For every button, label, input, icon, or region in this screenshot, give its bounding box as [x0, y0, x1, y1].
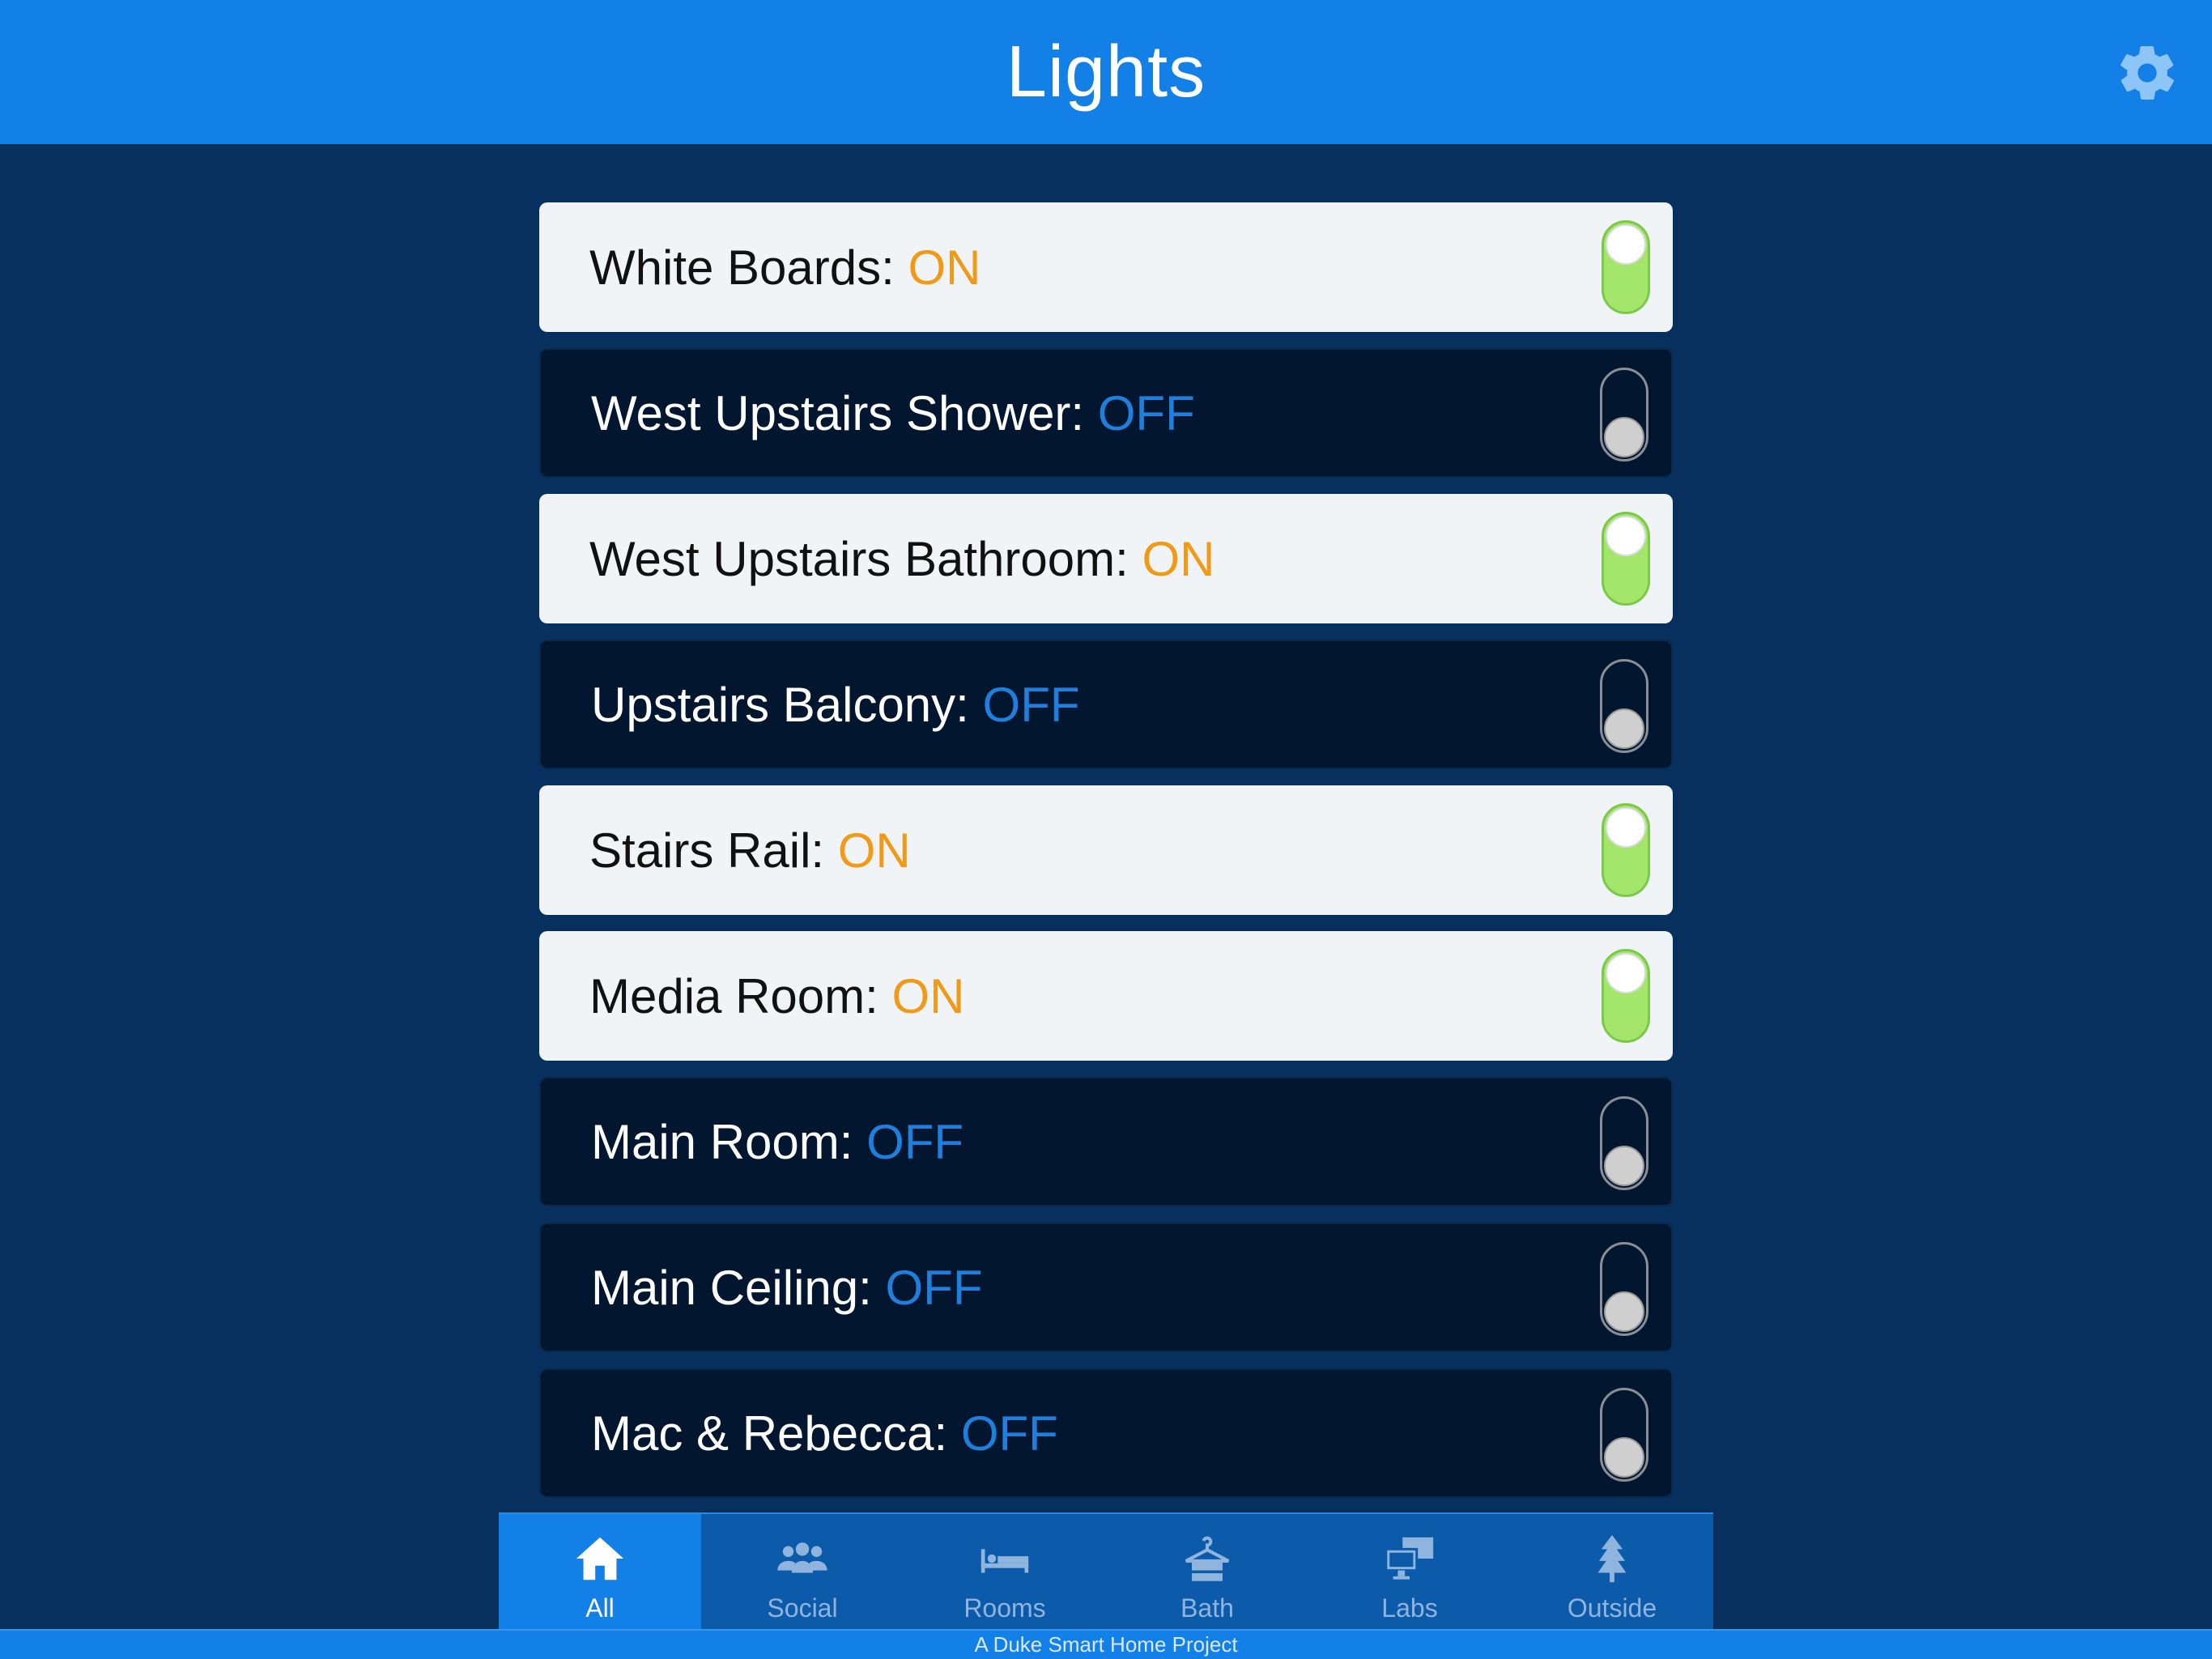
tab-label: Labs [1381, 1593, 1438, 1623]
light-row[interactable]: Media Room: ON [539, 931, 1673, 1061]
tree-icon [1597, 1534, 1627, 1583]
light-toggle[interactable] [1602, 512, 1650, 606]
light-state: ON [908, 240, 981, 295]
tab-label: Bath [1180, 1593, 1234, 1623]
hanger-icon [1185, 1536, 1230, 1581]
toggle-knob [1606, 516, 1646, 556]
light-row[interactable]: Stairs Rail: ON [539, 785, 1673, 915]
toggle-knob [1604, 1291, 1644, 1332]
light-state: ON [891, 968, 965, 1023]
page-title: Lights [1006, 31, 1206, 113]
footer-text: A Duke Smart Home Project [974, 1632, 1238, 1657]
light-row[interactable]: Main Ceiling: OFF [539, 1223, 1673, 1352]
light-name: West Upstairs Bathroom: [589, 531, 1129, 586]
tab-label: Rooms [963, 1593, 1046, 1623]
light-state: OFF [960, 1406, 1058, 1461]
toggle-knob [1606, 953, 1646, 993]
light-name: Upstairs Balcony: [591, 677, 969, 732]
toggle-knob [1606, 224, 1646, 265]
light-row[interactable]: West Upstairs Shower: OFF [539, 348, 1673, 478]
light-toggle[interactable] [1600, 368, 1648, 462]
toggle-knob [1604, 1437, 1644, 1478]
light-name: Mac & Rebecca: [591, 1406, 948, 1461]
light-row[interactable]: Upstairs Balcony: OFF [539, 640, 1673, 769]
people-icon [777, 1542, 827, 1573]
light-name: Main Room: [591, 1114, 853, 1169]
gear-icon[interactable] [2115, 40, 2180, 105]
bottom-tab-bar: All Social Rooms Bath Labs Outside [499, 1512, 1713, 1629]
light-toggle[interactable] [1600, 1242, 1648, 1336]
tab-label: Outside [1567, 1593, 1657, 1623]
light-toggle[interactable] [1602, 949, 1650, 1043]
tab-outside[interactable]: Outside [1511, 1514, 1713, 1629]
light-row[interactable]: West Upstairs Bathroom: ON [539, 494, 1673, 623]
toggle-knob [1606, 807, 1646, 848]
tab-social[interactable]: Social [701, 1514, 904, 1629]
toggle-knob [1604, 1146, 1644, 1186]
light-row[interactable]: White Boards: ON [539, 202, 1673, 332]
light-row[interactable]: Main Room: OFF [539, 1077, 1673, 1206]
light-toggle[interactable] [1600, 659, 1648, 753]
footer-bar: A Duke Smart Home Project [0, 1629, 2212, 1659]
light-name: Stairs Rail: [589, 823, 825, 878]
tab-label: All [585, 1593, 615, 1623]
bed-icon [981, 1549, 1029, 1573]
toggle-knob [1604, 417, 1644, 457]
light-name: White Boards: [589, 240, 895, 295]
lights-list: White Boards: ON West Upstairs Shower: O… [539, 202, 1673, 1514]
light-state: OFF [885, 1260, 983, 1315]
light-state: OFF [982, 677, 1080, 732]
light-name: West Upstairs Shower: [591, 385, 1085, 440]
light-name: Main Ceiling: [591, 1260, 872, 1315]
light-row[interactable]: Mac & Rebecca: OFF [539, 1368, 1673, 1498]
light-name: Media Room: [589, 968, 878, 1023]
computer-icon [1385, 1537, 1434, 1580]
tab-bath[interactable]: Bath [1106, 1514, 1308, 1629]
tab-all[interactable]: All [499, 1514, 701, 1629]
light-toggle[interactable] [1602, 220, 1650, 314]
light-toggle[interactable] [1600, 1096, 1648, 1190]
light-state: OFF [1097, 385, 1195, 440]
home-icon [576, 1537, 624, 1580]
tab-labs[interactable]: Labs [1308, 1514, 1511, 1629]
tab-rooms[interactable]: Rooms [904, 1514, 1106, 1629]
light-state: OFF [866, 1114, 964, 1169]
tab-label: Social [767, 1593, 838, 1623]
header-bar: Lights [0, 0, 2212, 144]
light-toggle[interactable] [1602, 803, 1650, 897]
light-toggle[interactable] [1600, 1388, 1648, 1482]
toggle-knob [1604, 708, 1644, 749]
light-state: ON [1142, 531, 1215, 586]
light-state: ON [837, 823, 911, 878]
